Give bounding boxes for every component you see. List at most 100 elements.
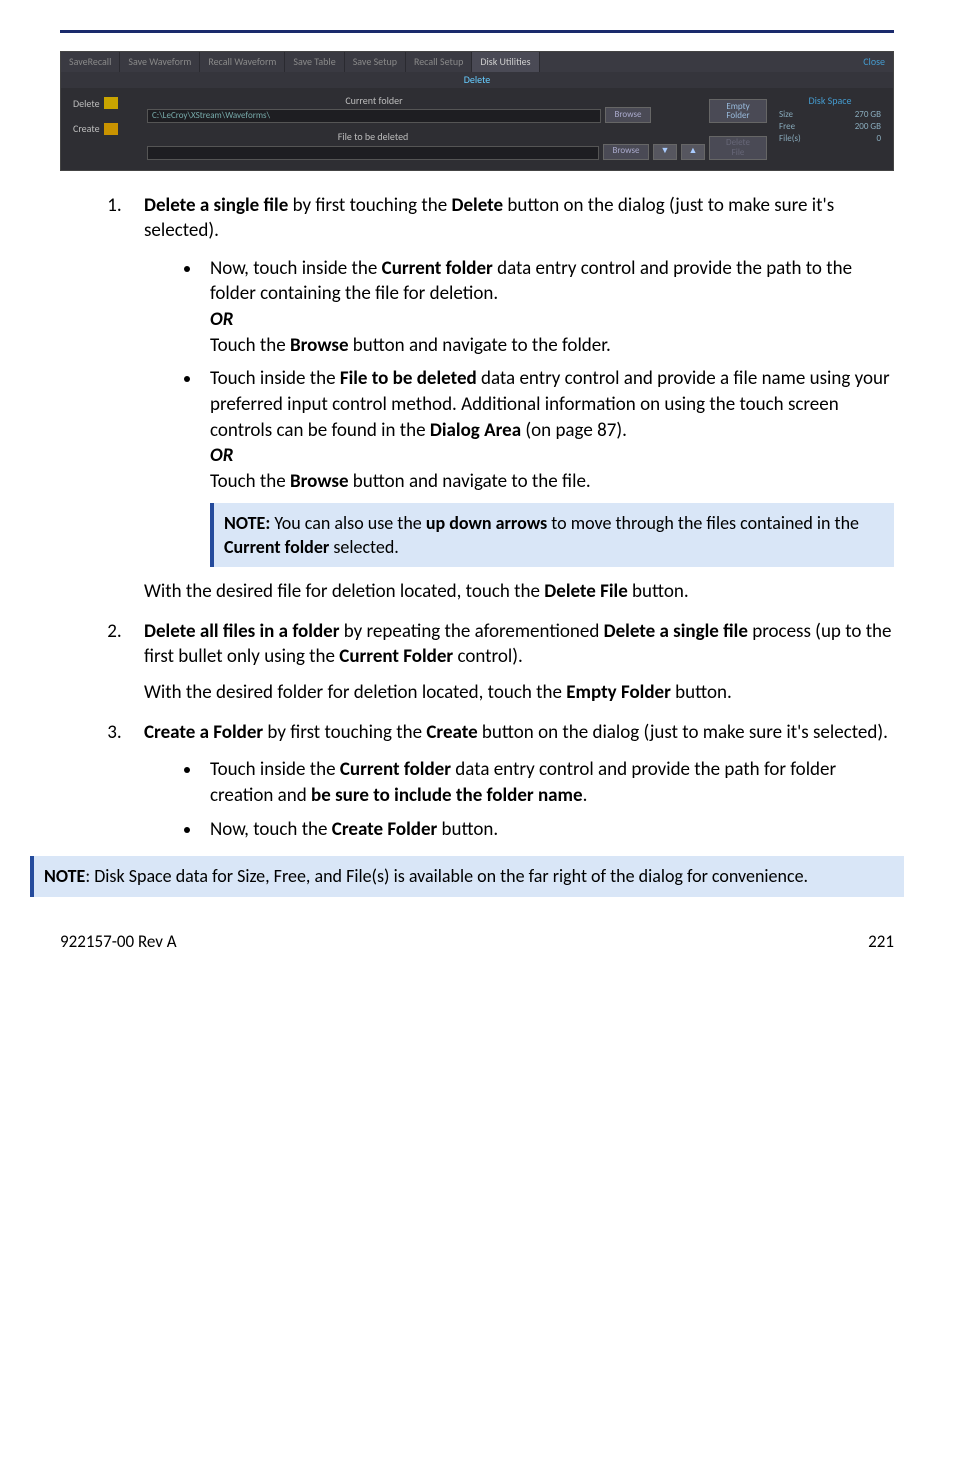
dialog-body: Delete Create Current folder C:\LeCroy\X… [61,88,893,170]
size-value: 270 GB [855,109,881,121]
disk-utilities-screenshot: SaveRecall Save Waveform Recall Waveform… [60,51,894,171]
step1-lead-bold: Delete a single file [144,194,288,217]
size-label: Size [779,109,793,121]
t: button and navigate to the file. [349,470,591,493]
t: button. [671,681,732,704]
create-mode-label: Create [73,122,100,136]
note-label: NOTE [44,865,85,887]
t: button. [437,818,498,841]
page-footer: 922157-00 Rev A 221 [60,931,894,954]
tab-save-table[interactable]: Save Table [285,52,344,72]
disk-space-panel: Disk Space Size 270 GB Free 200 GB File(s)… [775,94,885,160]
t: . [583,784,588,807]
t: Now, touch inside the [210,257,382,280]
empty-folder-bold: Empty Folder [566,681,671,704]
step2-delete-bold: Delete a single file [604,620,748,643]
browse-bold: Browse [290,334,349,357]
or-text: OR [210,308,233,331]
note-disk-space: NOTE: Disk Space data for Size, Free, an… [30,856,904,896]
tab-recall-waveform[interactable]: Recall Waveform [200,52,285,72]
t: Touch inside the [210,367,340,390]
include-folder-bold: be sure to include the folder name [311,784,583,807]
footer-page-number: 221 [868,931,894,954]
instruction-list: Delete a single file by first touching t… [60,193,894,843]
t: button on the dialog (just to make sure … [478,721,888,744]
tab-save-waveform[interactable]: Save Waveform [120,52,200,72]
empty-folder-button[interactable]: Empty Folder [709,99,767,123]
tab-saverecall[interactable]: SaveRecall [61,52,120,72]
step3-bullets: Touch inside the Current folder data ent… [144,757,894,842]
step3-bullet2: Now, touch the Create Folder button. [202,817,894,843]
step3-bullet1: Touch inside the Current folder data ent… [202,757,894,808]
t: You can also use the [270,512,426,534]
arrow-up-button[interactable]: ▲ [681,144,705,160]
folder-icon [104,123,118,135]
footer-doc-id: 922157-00 Rev A [60,931,177,954]
browse-folder-button[interactable]: Browse [605,107,651,123]
file-to-delete-label: File to be deleted [147,130,599,144]
close-button[interactable]: Close [855,52,893,72]
create-folder-bold: Create Folder [332,818,437,841]
create-bold: Create [426,721,477,744]
t: Touch the [210,470,290,493]
step2-after: With the desired folder for deletion loc… [144,680,894,706]
create-mode-button[interactable]: Create [69,119,139,139]
delete-file-button[interactable]: Delete File [709,136,767,160]
note-label: NOTE: [224,512,270,534]
step1-bullet1: Now, touch inside the Current folder dat… [202,256,894,359]
step-1: Delete a single file by first touching t… [126,193,894,605]
current-folder-input[interactable]: C:\LeCroy\XStream\Waveforms\ [147,109,601,123]
step1-after: With the desired file for deletion locat… [144,579,894,605]
t: Touch the [210,334,290,357]
or-text: OR [210,444,233,467]
step1-delete-bold: Delete [451,194,503,217]
step2-current-folder-bold: Current Folder [339,645,453,668]
browse-bold: Browse [290,470,349,493]
dialog-area-bold: Dialog Area [430,419,521,442]
free-label: Free [779,121,795,133]
delete-mode-label: Delete [73,97,100,111]
tab-recall-setup[interactable]: Recall Setup [406,52,472,72]
t: by first touching the [263,721,426,744]
top-rule [60,30,894,33]
t: control). [453,645,523,668]
tab-save-setup[interactable]: Save Setup [345,52,406,72]
step3-lead-bold: Create a Folder [144,721,263,744]
current-folder-label: Current folder [147,94,601,108]
t: Now, touch the [210,818,332,841]
files-value: 0 [876,133,881,145]
arrows-bold: up down arrows [426,512,547,534]
t: With the desired folder for deletion loc… [144,681,566,704]
step1-bullets: Now, touch inside the Current folder dat… [144,256,894,567]
current-folder-bold: Current folder [224,536,329,558]
current-folder-bold: Current folder [382,257,493,280]
files-label: File(s) [779,133,801,145]
t: button and navigate to the folder. [349,334,611,357]
file-to-delete-input[interactable] [147,146,599,160]
t: (on page 87). [521,419,627,442]
step1-text: by first touching the [288,194,451,217]
tab-disk-utilities[interactable]: Disk Utilities [472,52,539,72]
disk-space-header: Disk Space [775,94,885,108]
current-folder-bold: Current folder [340,758,451,781]
arrow-down-button[interactable]: ▼ [653,144,677,160]
t: button. [628,580,689,603]
delete-icon [104,97,118,109]
note-updown: NOTE: You can also use the up down arrow… [210,503,894,568]
t: Touch inside the [210,758,340,781]
step-3: Create a Folder by first touching the Cr… [126,720,894,843]
t: by repeating the aforementioned [339,620,603,643]
t: With the desired file for deletion locat… [144,580,544,603]
file-deleted-bold: File to be deleted [340,367,477,390]
browse-file-button[interactable]: Browse [603,144,649,160]
step-2: Delete all files in a folder by repeatin… [126,619,894,706]
delete-file-bold: Delete File [544,580,627,603]
free-value: 200 GB [855,121,881,133]
t: selected. [329,536,399,558]
step1-bullet2: Touch inside the File to be deleted data… [202,366,894,567]
delete-mode-button[interactable]: Delete [69,94,139,114]
t: : Disk Space data for Size, Free, and Fi… [85,865,808,887]
step2-lead-bold: Delete all files in a folder [144,620,339,643]
tab-bar: SaveRecall Save Waveform Recall Waveform… [61,52,893,72]
section-header: Delete [61,72,893,88]
